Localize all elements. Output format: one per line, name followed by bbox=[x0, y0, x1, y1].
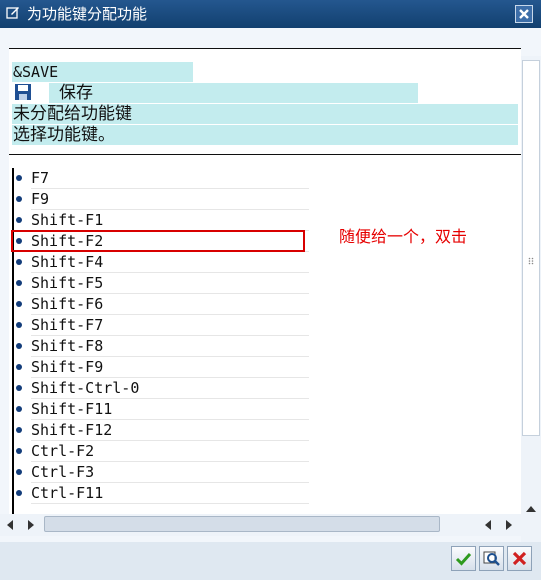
command-text: 保存 bbox=[59, 83, 93, 103]
bullet-icon bbox=[16, 175, 22, 181]
function-key-label: Ctrl-F2 bbox=[31, 442, 95, 460]
scroll-right-end-icon[interactable] bbox=[506, 520, 512, 530]
bullet-icon bbox=[16, 301, 22, 307]
function-key-label: Shift-F6 bbox=[31, 295, 104, 313]
function-key-item[interactable]: Shift-F5 bbox=[31, 273, 309, 294]
function-key-item[interactable]: Shift-F4 bbox=[31, 252, 309, 273]
bullet-icon bbox=[16, 427, 22, 433]
function-key-item[interactable]: Ctrl-F3 bbox=[31, 462, 309, 483]
close-button[interactable] bbox=[515, 5, 533, 23]
scroll-right-icon[interactable] bbox=[28, 520, 34, 530]
function-key-item[interactable]: Shift-F1 bbox=[31, 210, 309, 231]
command-code: &SAVE bbox=[13, 63, 59, 81]
function-key-item[interactable]: Shift-F11 bbox=[31, 399, 309, 420]
bullet-icon bbox=[16, 385, 22, 391]
selected-key-highlight bbox=[11, 230, 305, 252]
cancel-icon bbox=[512, 551, 527, 566]
function-key-item[interactable]: Shift-Ctrl-0 bbox=[31, 378, 309, 399]
bullet-icon bbox=[16, 259, 22, 265]
function-key-label: F9 bbox=[31, 190, 50, 208]
function-key-label: Shift-F5 bbox=[31, 274, 104, 292]
bullet-icon bbox=[16, 406, 22, 412]
function-key-item[interactable]: Shift-F8 bbox=[31, 336, 309, 357]
function-key-item[interactable]: Shift-F7 bbox=[31, 315, 309, 336]
list-left-border bbox=[12, 168, 14, 528]
bullet-icon bbox=[16, 490, 22, 496]
function-key-label: Ctrl-F11 bbox=[31, 484, 104, 502]
bullet-icon bbox=[16, 196, 22, 202]
function-key-item[interactable]: Shift-F12 bbox=[31, 420, 309, 441]
bullet-icon bbox=[16, 343, 22, 349]
function-key-label: Shift-F8 bbox=[31, 337, 104, 355]
function-key-label: Ctrl-F3 bbox=[31, 463, 95, 481]
find-button[interactable] bbox=[479, 546, 504, 571]
function-key-item[interactable]: Ctrl-F2 bbox=[31, 441, 309, 462]
top-divider bbox=[9, 48, 521, 49]
function-key-item[interactable]: Shift-F6 bbox=[31, 294, 309, 315]
window-title: 为功能键分配功能 bbox=[27, 5, 148, 23]
bullet-icon bbox=[16, 364, 22, 370]
bullet-icon bbox=[16, 322, 22, 328]
function-key-label: Shift-F7 bbox=[31, 316, 104, 334]
ok-button[interactable] bbox=[451, 546, 476, 571]
function-key-item[interactable]: F7 bbox=[31, 168, 309, 189]
info-line1: 未分配给功能键 bbox=[13, 104, 132, 124]
function-key-panel: &SAVE 保存 未分配给功能键 选择功能键。 F7 F9 Shift-F1 Shif… bbox=[9, 48, 521, 528]
bullet-icon bbox=[16, 448, 22, 454]
bullet-icon bbox=[16, 280, 22, 286]
grip-icon bbox=[528, 257, 534, 265]
scroll-left-icon[interactable] bbox=[7, 520, 13, 530]
save-icon bbox=[15, 84, 31, 100]
scroll-left-end-icon[interactable] bbox=[485, 520, 491, 530]
ok-check-icon bbox=[455, 552, 472, 566]
function-key-label: F7 bbox=[31, 169, 50, 187]
function-key-label: Shift-Ctrl-0 bbox=[31, 379, 140, 397]
function-key-label: Shift-F11 bbox=[31, 400, 113, 418]
function-key-label: Shift-F12 bbox=[31, 421, 113, 439]
horizontal-scroll-thumb[interactable] bbox=[44, 516, 440, 532]
cancel-button[interactable] bbox=[507, 546, 532, 571]
command-text-highlight bbox=[49, 83, 418, 103]
info-line2: 选择功能键。 bbox=[13, 125, 115, 145]
bottom-divider bbox=[9, 154, 521, 155]
function-key-item[interactable]: F9 bbox=[31, 189, 309, 210]
function-key-label: Shift-F4 bbox=[31, 253, 104, 271]
edit-window-icon bbox=[6, 7, 19, 19]
function-key-item[interactable]: Ctrl-F11 bbox=[31, 483, 309, 504]
function-key-label: Shift-F1 bbox=[31, 211, 104, 229]
function-key-label: Shift-F9 bbox=[31, 358, 104, 376]
bullet-icon bbox=[16, 469, 22, 475]
title-bar: 为功能键分配功能 bbox=[0, 0, 541, 28]
function-key-item[interactable]: Shift-F9 bbox=[31, 357, 309, 378]
close-icon bbox=[519, 9, 529, 19]
scroll-up-bottom-icon[interactable] bbox=[526, 506, 536, 512]
vertical-scroll-thumb[interactable] bbox=[522, 60, 540, 436]
annotation-text: 随便给一个，双击 bbox=[339, 227, 468, 246]
bullet-icon bbox=[16, 217, 22, 223]
find-icon bbox=[483, 551, 500, 566]
dialog-content: &SAVE 保存 未分配给功能键 选择功能键。 F7 F9 Shift-F1 Shif… bbox=[0, 28, 541, 542]
